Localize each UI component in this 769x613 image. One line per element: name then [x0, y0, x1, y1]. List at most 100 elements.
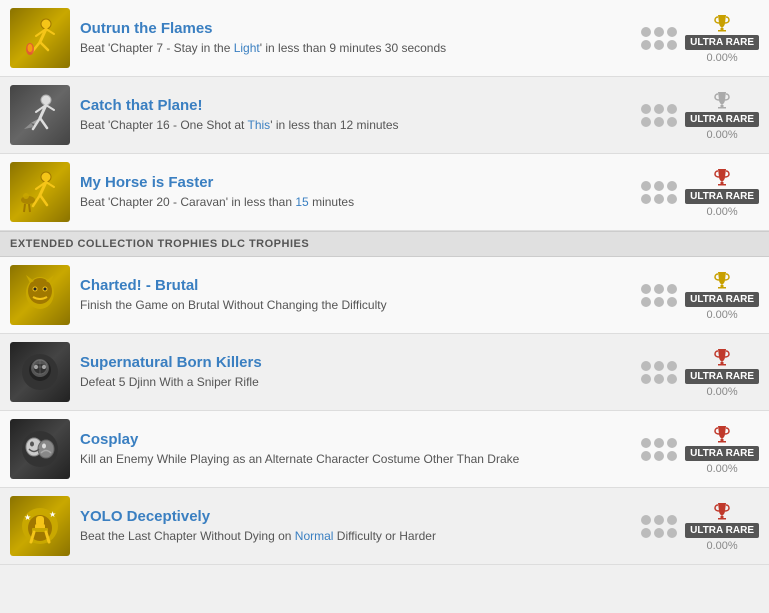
dot — [641, 374, 651, 384]
brutal-icon — [16, 271, 64, 319]
dots-grid-catch — [641, 104, 677, 127]
rarity-pct-yolo: 0.00% — [706, 540, 737, 552]
trophy-item-horse: My Horse is Faster Beat 'Chapter 20 - Ca… — [0, 154, 769, 231]
dot — [667, 361, 677, 371]
dot — [641, 27, 651, 37]
dot — [654, 181, 664, 191]
dot — [654, 40, 664, 50]
trophy-cup-icon — [712, 13, 732, 33]
rarity-badge-cosplay: ULTRA RARE 0.00% — [685, 424, 759, 475]
rarity-pct-brutal: 0.00% — [706, 309, 737, 321]
dot — [667, 117, 677, 127]
trophy-icon-brutal — [10, 265, 70, 325]
desc-highlight: Light — [234, 41, 260, 55]
dot — [641, 515, 651, 525]
dot — [667, 374, 677, 384]
rarity-label-outrun: ULTRA RARE — [685, 35, 759, 50]
rarity-label-catch: ULTRA RARE — [685, 112, 759, 127]
trophy-item-outrun: Outrun the Flames Beat 'Chapter 7 - Stay… — [0, 0, 769, 77]
desc-highlight: This — [248, 118, 271, 132]
sniper-icon — [16, 348, 64, 396]
dot — [654, 117, 664, 127]
trophy-icon-yolo: ★ ★ — [10, 496, 70, 556]
dot — [654, 284, 664, 294]
dot — [641, 451, 651, 461]
trophy-title-catch: Catch that Plane! — [80, 97, 631, 114]
trophy-item-sniper: Supernatural Born Killers Defeat 5 Djinn… — [0, 334, 769, 411]
dot — [667, 284, 677, 294]
dots-grid-brutal — [641, 284, 677, 307]
dot — [667, 297, 677, 307]
trophy-title-brutal: Charted! - Brutal — [80, 277, 631, 294]
trophy-right-cosplay: ULTRA RARE 0.00% — [641, 424, 759, 475]
trophy-title-yolo: YOLO Deceptively — [80, 508, 631, 525]
runner2-icon — [16, 91, 64, 139]
trophy-icon-outrun — [10, 8, 70, 68]
trophy-item-cosplay: Cosplay Kill an Enemy While Playing as a… — [0, 411, 769, 488]
trophy-desc-outrun: Beat 'Chapter 7 - Stay in the Light' in … — [80, 40, 631, 57]
dot — [654, 361, 664, 371]
rarity-label-horse: ULTRA RARE — [685, 189, 759, 204]
dot — [641, 40, 651, 50]
trophy-icon-sniper — [10, 342, 70, 402]
dot — [654, 528, 664, 538]
trophy-desc-yolo: Beat the Last Chapter Without Dying on N… — [80, 528, 631, 545]
horse-icon — [16, 168, 64, 216]
trophy-cup-icon — [712, 347, 732, 367]
trophy-cup-icon — [712, 90, 732, 110]
dot — [641, 438, 651, 448]
section-divider-dlc: EXTENDED COLLECTION TROPHIES DLC TROPHIE… — [0, 231, 769, 257]
trophy-info-horse: My Horse is Faster Beat 'Chapter 20 - Ca… — [80, 174, 631, 211]
runner-icon — [16, 14, 64, 62]
trophy-title-sniper: Supernatural Born Killers — [80, 354, 631, 371]
trophy-info-outrun: Outrun the Flames Beat 'Chapter 7 - Stay… — [80, 20, 631, 57]
dot — [641, 361, 651, 371]
rarity-label-sniper: ULTRA RARE — [685, 369, 759, 384]
trophy-right-sniper: ULTRA RARE 0.00% — [641, 347, 759, 398]
dot — [641, 528, 651, 538]
dot — [667, 181, 677, 191]
rarity-label-brutal: ULTRA RARE — [685, 292, 759, 307]
rarity-badge-yolo: ULTRA RARE 0.00% — [685, 501, 759, 552]
trophy-desc-brutal: Finish the Game on Brutal Without Changi… — [80, 297, 631, 314]
dot — [654, 451, 664, 461]
rarity-badge-outrun: ULTRA RARE 0.00% — [685, 13, 759, 64]
rarity-label-yolo: ULTRA RARE — [685, 523, 759, 538]
dot — [641, 181, 651, 191]
dot — [667, 27, 677, 37]
trophy-icon-horse — [10, 162, 70, 222]
trophy-title-horse: My Horse is Faster — [80, 174, 631, 191]
trophy-desc-horse: Beat 'Chapter 20 - Caravan' in less than… — [80, 194, 631, 211]
dot — [641, 297, 651, 307]
dot — [654, 27, 664, 37]
dot — [667, 104, 677, 114]
dot — [654, 104, 664, 114]
dot — [654, 194, 664, 204]
dot — [641, 284, 651, 294]
rarity-badge-catch: ULTRA RARE 0.00% — [685, 90, 759, 141]
trophy-right-horse: ULTRA RARE 0.00% — [641, 167, 759, 218]
trophy-item-yolo: ★ ★ YOLO Deceptively Beat the Last Chapt… — [0, 488, 769, 565]
svg-text:★: ★ — [49, 510, 56, 519]
desc-highlight: Normal — [295, 529, 334, 543]
dot — [641, 117, 651, 127]
dots-grid-horse — [641, 181, 677, 204]
rarity-pct-cosplay: 0.00% — [706, 463, 737, 475]
trophy-title-outrun: Outrun the Flames — [80, 20, 631, 37]
trophy-cup-icon — [712, 167, 732, 187]
dot — [654, 515, 664, 525]
trophy-desc-cosplay: Kill an Enemy While Playing as an Altern… — [80, 451, 631, 468]
dot — [667, 515, 677, 525]
yolo-icon: ★ ★ — [16, 502, 64, 550]
rarity-pct-horse: 0.00% — [706, 206, 737, 218]
dots-grid-outrun — [641, 27, 677, 50]
trophy-cup-icon — [712, 270, 732, 290]
trophy-info-sniper: Supernatural Born Killers Defeat 5 Djinn… — [80, 354, 631, 391]
dot — [667, 451, 677, 461]
dot — [654, 297, 664, 307]
rarity-badge-brutal: ULTRA RARE 0.00% — [685, 270, 759, 321]
rarity-pct-sniper: 0.00% — [706, 386, 737, 398]
dot — [667, 40, 677, 50]
trophy-title-cosplay: Cosplay — [80, 431, 631, 448]
rarity-badge-horse: ULTRA RARE 0.00% — [685, 167, 759, 218]
